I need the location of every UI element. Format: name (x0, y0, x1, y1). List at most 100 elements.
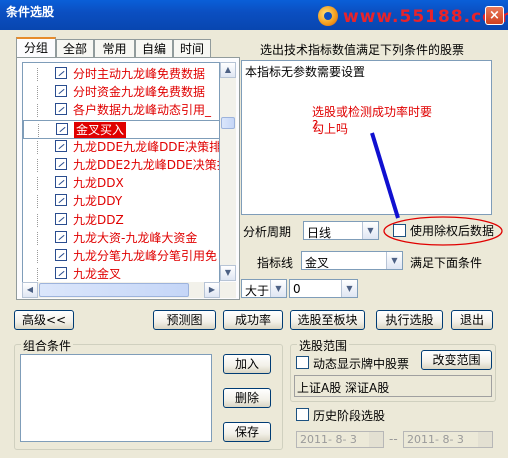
tree-item[interactable]: 九龙分笔九龙峰分笔引用免 (23, 247, 219, 265)
period-select[interactable]: 日线 ▼ (303, 221, 379, 240)
horizontal-scrollbar[interactable]: ◀ ▶ (22, 282, 236, 298)
exright-checkbox[interactable] (393, 224, 406, 237)
formula-icon (55, 158, 67, 170)
range-text: 上证A股 深证A股 (297, 381, 390, 395)
select-to-block-button[interactable]: 选股至板块 (290, 310, 365, 330)
tree-item-label: 九龙分笔九龙峰分笔引用免 (73, 249, 218, 263)
date-separator: -- (389, 432, 398, 446)
exit-button[interactable]: 退出 (451, 310, 493, 330)
chevron-down-icon[interactable]: ▼ (341, 280, 357, 297)
tab-custom[interactable]: 自编 (135, 39, 173, 58)
scroll-thumb[interactable] (221, 117, 235, 129)
scroll-left-icon[interactable]: ◀ (22, 282, 38, 298)
formula-icon (55, 230, 67, 243)
chevron-down-icon[interactable]: ▼ (386, 252, 402, 269)
description-text: 本指标无参数需要设置 (245, 65, 366, 79)
forecast-chart-button[interactable]: 预测图 (153, 310, 216, 330)
indicator-line-select[interactable]: 金叉 ▼ (301, 251, 403, 270)
operator-select[interactable]: 大于 ▼ (241, 279, 287, 298)
tree-connector (37, 104, 47, 118)
tree-connector (38, 123, 48, 137)
tree-item[interactable]: 分时资金九龙峰免费数据 (23, 83, 219, 101)
tree-item[interactable]: 金叉买入 (23, 119, 219, 139)
history-checkbox[interactable] (296, 408, 309, 421)
combo-label: 组合条件 (21, 337, 74, 354)
tree-item-label: 九龙DDZ (73, 212, 124, 227)
tree-item[interactable]: 各户数据九龙峰动态引用_ (23, 101, 219, 119)
threshold-select[interactable]: 0 ▼ (289, 279, 358, 298)
tree-item[interactable]: 九龙DDZ (23, 211, 219, 229)
tree-item[interactable]: 九龙DDY (23, 192, 219, 210)
tab-time[interactable]: 时间 (173, 39, 211, 58)
tree-item-label: 九龙金叉 (73, 267, 122, 282)
add-button[interactable]: 加入 (223, 354, 271, 374)
period-label: 分析周期 (243, 225, 292, 239)
range-display: 上证A股 深证A股 (294, 375, 492, 397)
tree-item[interactable]: 九龙DDE九龙峰DDE决策排序 (23, 138, 220, 156)
chevron-down-icon[interactable]: ▼ (270, 280, 286, 297)
scroll-up-icon[interactable]: ▲ (220, 62, 236, 78)
save-button[interactable]: 保存 (223, 422, 271, 442)
dynamic-display-checkbox[interactable] (296, 356, 309, 369)
formula-icon (55, 267, 67, 280)
condition-header: 选出技术指标数值满足下列条件的股票 (260, 43, 465, 57)
formula-icon (55, 139, 67, 152)
period-value: 日线 (307, 226, 332, 240)
formula-icon (55, 194, 67, 207)
tree-item[interactable]: 分时主动九龙峰免费数据 (23, 65, 219, 83)
indicator-line-value: 金叉 (305, 256, 330, 270)
satisfy-label: 满足下面条件 (410, 256, 483, 270)
tab-common[interactable]: 常用 (94, 39, 135, 58)
tree-connector (37, 140, 47, 154)
chevron-down-icon[interactable]: ▼ (362, 222, 378, 239)
tree-item[interactable]: 九龙DDE2九龙峰DDE决策排序 (23, 156, 219, 174)
formula-icon (55, 67, 67, 79)
hscroll-thumb[interactable] (39, 283, 189, 297)
success-rate-button[interactable]: 成功率 (223, 310, 283, 330)
tree-item-label: 九龙DDY (73, 194, 123, 209)
tree-item[interactable]: 九龙DDX (23, 174, 219, 192)
date-to-input[interactable]: 2011- 8- 3 (403, 431, 493, 448)
spinner-icon[interactable] (478, 432, 492, 447)
tree-connector (37, 268, 47, 282)
tree-item-label: 九龙DDE九龙峰DDE决策排序 (73, 139, 220, 154)
vertical-scrollbar[interactable]: ▲ ▼ (220, 62, 236, 281)
tree-item-label: 分时资金九龙峰免费数据 (73, 85, 206, 100)
combo-conditions-box[interactable] (20, 354, 212, 442)
date-to-value: 2011- 8- 3 (407, 433, 464, 446)
tree-connector (37, 195, 47, 209)
advanced-button[interactable]: 高级<< (14, 310, 74, 330)
formula-icon (55, 176, 67, 189)
history-label: 历史阶段选股 (313, 409, 386, 423)
indicator-line-label: 指标线 (257, 256, 294, 270)
threshold-value: 0 (293, 282, 301, 296)
delete-button[interactable]: 删除 (223, 388, 271, 408)
formula-icon (55, 249, 67, 261)
change-range-button[interactable]: 改变范围 (421, 350, 492, 370)
tree-connector (37, 250, 47, 263)
tree-item[interactable]: 九龙大资-九龙峰大资金 (23, 229, 219, 247)
indicator-tree[interactable]: 分时主动九龙峰免费数据 分时资金九龙峰免费数据 各户数据九龙峰动态引用_ 金叉买入 九龙… (22, 62, 220, 298)
tree-item-label: 各户数据九龙峰动态引用_ (73, 103, 212, 118)
tree-item[interactable]: 九龙金叉 (23, 265, 219, 283)
formula-icon (55, 85, 67, 98)
tree-connector (37, 159, 47, 172)
range-label: 选股范围 (297, 337, 350, 354)
tree-item-label: 九龙大资-九龙峰大资金 (73, 230, 198, 245)
tab-all[interactable]: 全部 (56, 39, 94, 58)
date-from-input[interactable]: 2011- 8- 3 (296, 431, 384, 448)
formula-icon (56, 122, 68, 135)
tree-connector (37, 177, 47, 191)
execute-select-button[interactable]: 执行选股 (376, 310, 443, 330)
operator-value: 大于 (245, 284, 270, 298)
annotation-text-line2: ? (312, 118, 319, 132)
scroll-down-icon[interactable]: ▼ (220, 265, 236, 281)
exright-label: 使用除权后数据 (410, 224, 495, 238)
tree-item-label: 分时主动九龙峰免费数据 (73, 67, 206, 81)
spinner-icon[interactable] (369, 432, 383, 447)
scroll-right-icon[interactable]: ▶ (204, 282, 220, 298)
tree-connector (37, 231, 47, 245)
tab-group[interactable]: 分组 (16, 37, 56, 58)
indicator-description: 本指标无参数需要设置 选股或检测成功率时要勾上吗 ? (241, 60, 492, 215)
close-button[interactable]: × (485, 6, 504, 25)
